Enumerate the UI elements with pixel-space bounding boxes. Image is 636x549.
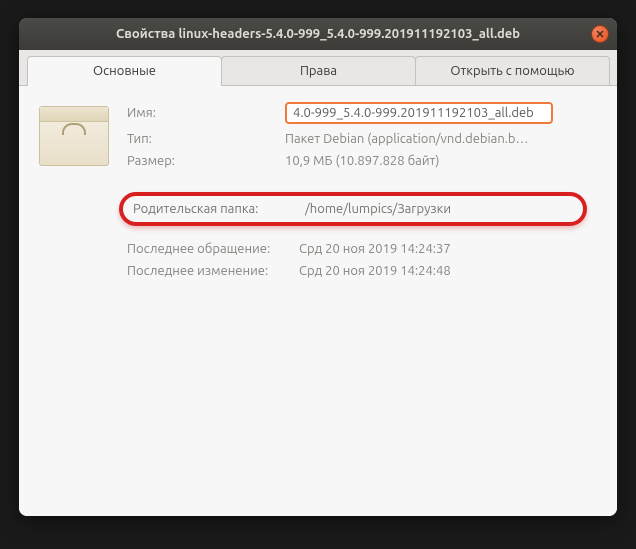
modified-label: Последнее изменение: — [127, 264, 299, 278]
size-row: Размер: 10,9 МБ (10.897.828 байт) — [127, 154, 597, 168]
parent-folder-label: Родительская папка: — [133, 202, 305, 216]
tab-content: Имя: Тип: Пакет Debian (application/vnd.… — [19, 86, 617, 516]
tab-bar: Основные Права Открыть с помощью — [19, 50, 617, 86]
tab-openwith[interactable]: Открыть с помощью — [415, 56, 610, 85]
tab-permissions[interactable]: Права — [221, 56, 416, 85]
accessed-row: Последнее обращение: Срд 20 ноя 2019 14:… — [127, 242, 597, 256]
properties-window: Свойства linux-headers-5.4.0-999_5.4.0-9… — [19, 18, 617, 516]
parent-folder-highlight: Родительская папка: /home/lumpics/Загруз… — [119, 192, 587, 226]
name-row: Имя: — [127, 102, 597, 124]
close-button[interactable] — [591, 25, 609, 43]
type-row: Тип: Пакет Debian (application/vnd.debia… — [127, 132, 597, 146]
name-label: Имя: — [127, 106, 285, 120]
type-label: Тип: — [127, 132, 285, 146]
accessed-label: Последнее обращение: — [127, 242, 299, 256]
close-icon — [596, 30, 604, 38]
size-value: 10,9 МБ (10.897.828 байт) — [285, 154, 439, 168]
parent-folder-row: Родительская папка: /home/lumpics/Загруз… — [133, 202, 573, 216]
parent-folder-value: /home/lumpics/Загрузки — [305, 202, 451, 216]
modified-row: Последнее изменение: Срд 20 ноя 2019 14:… — [127, 264, 597, 278]
titlebar[interactable]: Свойства linux-headers-5.4.0-999_5.4.0-9… — [19, 18, 617, 50]
name-input[interactable] — [285, 102, 553, 124]
accessed-value: Срд 20 ноя 2019 14:24:37 — [299, 242, 451, 256]
modified-value: Срд 20 ноя 2019 14:24:48 — [299, 264, 451, 278]
tab-basic[interactable]: Основные — [27, 56, 222, 85]
type-value: Пакет Debian (application/vnd.debian.b… — [285, 132, 528, 146]
window-title: Свойства linux-headers-5.4.0-999_5.4.0-9… — [29, 27, 607, 41]
size-label: Размер: — [127, 154, 285, 168]
package-icon — [39, 106, 109, 166]
